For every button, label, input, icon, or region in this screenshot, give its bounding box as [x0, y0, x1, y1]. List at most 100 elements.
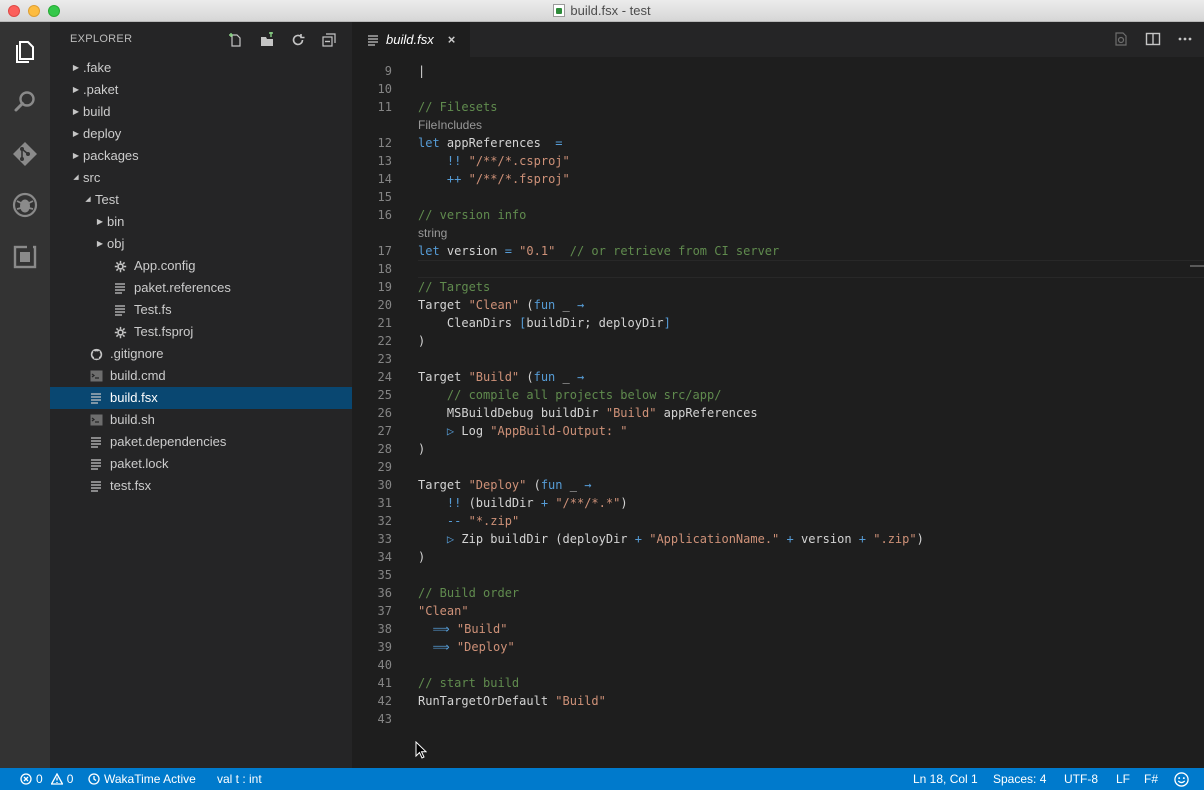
chevron-right-icon[interactable]: ▶: [70, 79, 82, 101]
code-text: !! (buildDir + "/**/*.*"): [418, 494, 628, 512]
tree-file[interactable]: Test.fs: [50, 299, 352, 321]
tree-item-label: src: [83, 170, 101, 185]
editor-area: build.fsx × 9 | 10 11// Filesets FileInclud…: [352, 22, 1204, 768]
code-line: 20 Target "Clean" (fun _ →: [352, 296, 1204, 314]
feedback-button[interactable]: [1174, 768, 1189, 790]
file-lines-icon: [112, 280, 128, 296]
line-number: 43: [377, 712, 392, 726]
line-number: 38: [377, 622, 392, 636]
code-token: →: [584, 478, 592, 492]
code-text: ⟹ "Deploy": [418, 638, 514, 656]
collapse-all-icon[interactable]: [320, 31, 338, 49]
tree-file[interactable]: paket.dependencies: [50, 431, 352, 453]
code-token: |: [418, 64, 455, 78]
line-number: 40: [377, 658, 392, 672]
tree-folder[interactable]: ▶ obj: [50, 233, 352, 255]
line-number: 30: [377, 478, 392, 492]
tree-file[interactable]: .gitignore: [50, 343, 352, 365]
debug-activity-button[interactable]: [0, 180, 50, 230]
code-token: =: [540, 136, 563, 150]
extensions-activity-button[interactable]: [0, 232, 50, 282]
tree-folder[interactable]: ▶ bin: [50, 211, 352, 233]
code-line: 9 |: [352, 62, 1204, 80]
chevron-right-icon[interactable]: ▶: [94, 233, 106, 255]
code-line: 39 ⟹ "Deploy": [352, 638, 1204, 656]
code-token: ]: [663, 316, 671, 330]
refresh-icon[interactable]: [289, 31, 307, 49]
explorer-activity-button[interactable]: [0, 26, 50, 76]
chevron-right-icon[interactable]: ▶: [94, 211, 106, 233]
tree-file[interactable]: test.fsx: [50, 475, 352, 497]
gear-icon: [112, 258, 128, 274]
tree-item-label: Test: [95, 192, 119, 207]
tree-file[interactable]: build.fsx: [50, 387, 352, 409]
tree-folder[interactable]: ◢ Test: [50, 189, 352, 211]
codelens-annotation[interactable]: FileIncludes: [418, 116, 482, 134]
code-text: "Clean": [418, 602, 469, 620]
new-folder-icon[interactable]: [258, 31, 276, 49]
tab-build-fsx[interactable]: build.fsx ×: [352, 22, 470, 57]
problems-indicator[interactable]: 0 0: [20, 768, 73, 790]
chevron-right-icon[interactable]: ▶: [70, 101, 82, 123]
cursor-position[interactable]: Ln 18, Col 1: [913, 768, 978, 790]
line-number: 14: [377, 172, 392, 186]
tree-folder[interactable]: ▶ build: [50, 101, 352, 123]
code-token: ): [418, 442, 426, 456]
smiley-icon: [1174, 771, 1189, 787]
new-file-icon[interactable]: [227, 31, 245, 49]
codelens-annotation[interactable]: string: [418, 224, 447, 242]
indentation-setting[interactable]: Spaces: 4: [993, 768, 1046, 790]
tree-file[interactable]: Test.fsproj: [50, 321, 352, 343]
code-token: (buildDir: [461, 496, 541, 510]
tree-item-label: Test.fsproj: [134, 324, 194, 339]
search-activity-button[interactable]: [0, 77, 50, 127]
code-token: appReferences: [656, 406, 758, 420]
file-lines-icon: [88, 456, 104, 472]
chevron-down-icon[interactable]: ◢: [82, 189, 94, 211]
split-editor-icon[interactable]: [1144, 30, 1162, 48]
line-number: 12: [377, 136, 392, 150]
source-control-activity-button[interactable]: [0, 129, 50, 179]
code-text: // compile all projects below src/app/: [418, 386, 722, 404]
code-line: 29: [352, 458, 1204, 476]
encoding-setting[interactable]: UTF-8: [1064, 768, 1098, 790]
file-lines-icon: [112, 302, 128, 318]
language-mode[interactable]: F#: [1144, 768, 1158, 790]
open-changes-icon[interactable]: [1112, 30, 1130, 48]
code-line: 35: [352, 566, 1204, 584]
tree-file[interactable]: build.sh: [50, 409, 352, 431]
tree-folder[interactable]: ▶ .fake: [50, 57, 352, 79]
line-number: 15: [377, 190, 392, 204]
code-token: appReferences: [446, 136, 541, 150]
tree-folder[interactable]: ▶ .paket: [50, 79, 352, 101]
code-token: ): [418, 334, 426, 348]
code-line: 37 "Clean": [352, 602, 1204, 620]
tree-folder[interactable]: ▶ packages: [50, 145, 352, 167]
tree-file[interactable]: paket.lock: [50, 453, 352, 475]
tree-file[interactable]: paket.references: [50, 277, 352, 299]
tab-close-button[interactable]: ×: [448, 32, 456, 47]
code-token: "AppBuild-Output: ": [490, 424, 628, 438]
chevron-right-icon[interactable]: ▶: [70, 145, 82, 167]
code-editor[interactable]: 9 | 10 11// Filesets FileIncludes 12 let appR…: [352, 57, 1204, 768]
file-lines-icon: [366, 33, 380, 47]
more-actions-icon[interactable]: [1176, 30, 1194, 48]
eol-setting[interactable]: LF: [1116, 768, 1130, 790]
terminal-icon: [88, 368, 104, 384]
tree-item-label: packages: [83, 148, 139, 163]
code-token: // compile all projects below src/app/: [418, 388, 722, 402]
wakatime-status[interactable]: WakaTime Active: [88, 768, 196, 790]
chevron-down-icon[interactable]: ◢: [70, 167, 82, 189]
chevron-right-icon[interactable]: ▶: [70, 123, 82, 145]
tree-folder[interactable]: ▶ deploy: [50, 123, 352, 145]
tree-file[interactable]: build.cmd: [50, 365, 352, 387]
tree-item-label: paket.references: [134, 280, 231, 295]
chevron-right-icon[interactable]: ▶: [70, 57, 82, 79]
tree-file[interactable]: App.config: [50, 255, 352, 277]
editor-actions: [1112, 30, 1194, 48]
code-token: buildDir; deployDir: [526, 316, 664, 330]
line-number: 24: [377, 370, 392, 384]
tree-folder[interactable]: ◢ src: [50, 167, 352, 189]
